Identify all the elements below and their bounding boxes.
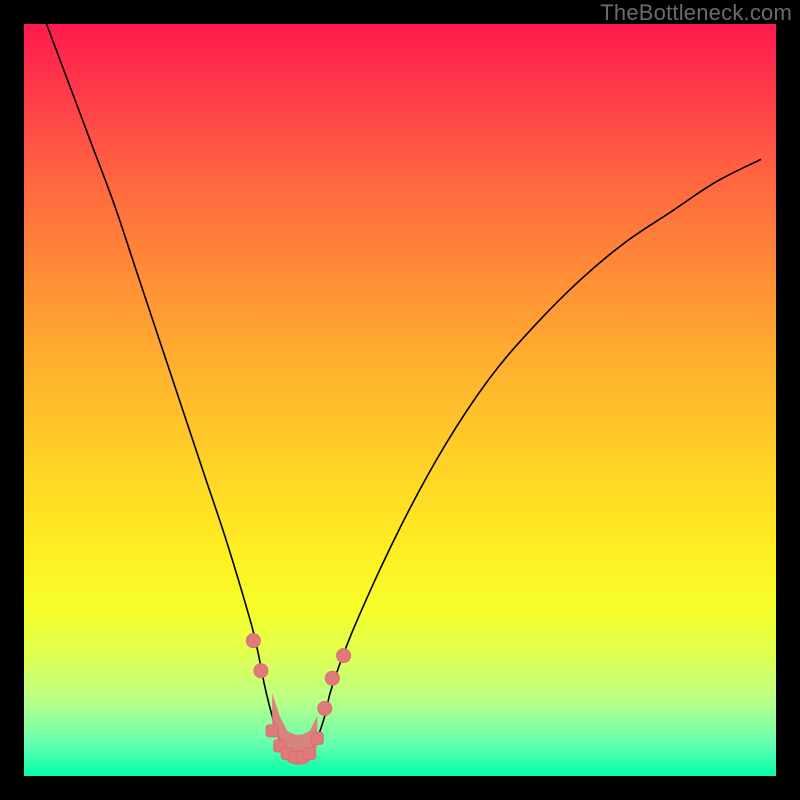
curve-marker <box>337 649 351 663</box>
curve-marker <box>318 701 332 715</box>
curve-marker <box>254 664 268 678</box>
curve-marker <box>266 725 278 737</box>
bottleneck-curve-plot <box>24 24 776 776</box>
curve-marker <box>304 747 316 759</box>
attribution-watermark: TheBottleneck.com <box>600 0 792 26</box>
curve-marker <box>325 671 339 685</box>
bottleneck-curve <box>47 24 761 758</box>
curve-marker <box>246 634 260 648</box>
curve-marker <box>311 732 323 744</box>
